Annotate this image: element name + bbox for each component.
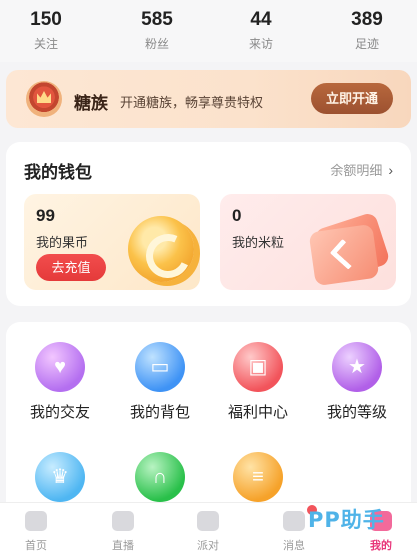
star-icon: ★ xyxy=(332,342,382,392)
guo-coin-card[interactable]: 99 我的果币 去充值 xyxy=(24,194,200,290)
nav-live[interactable]: 直播 xyxy=(93,511,153,553)
guo-coin-value: 99 xyxy=(36,206,55,225)
ticket-icon xyxy=(308,223,380,287)
party-icon xyxy=(197,511,219,531)
feature-label: 我的交友 xyxy=(29,404,90,421)
feature-label: 我的背包 xyxy=(129,404,190,421)
stat-value: 585 xyxy=(141,9,173,30)
wallet-card: 我的钱包 余额明细 › 99 我的果币 去充值 0 我的米粒 xyxy=(6,142,411,306)
mi-grain-card[interactable]: 0 我的米粒 xyxy=(220,194,396,290)
wallet-title: 我的钱包 xyxy=(24,163,92,182)
nav-label: 消息 xyxy=(283,540,305,552)
feature-label: 福利中心 xyxy=(227,404,288,421)
feature-headphones[interactable]: ∩ xyxy=(110,452,210,502)
stat-following[interactable]: 150 关注 xyxy=(6,8,86,53)
balance-detail-label: 余额明细 xyxy=(330,163,383,178)
vip-name: 糖族 xyxy=(74,94,108,113)
feature-crown[interactable]: ♛ xyxy=(10,452,110,502)
feature-my-friends[interactable]: ♥ 我的交友 xyxy=(10,342,110,422)
feature-grid: ♥ 我的交友 ▭ 我的背包 ▣ 福利中心 ★ 我的等级 ♛ ∩ ≡ xyxy=(6,322,411,512)
message-icon xyxy=(283,511,305,531)
heart-icon: ♥ xyxy=(35,342,85,392)
vip-banner[interactable]: 糖族 开通糖族，畅享尊贵特权 立即开通 xyxy=(6,70,411,128)
open-vip-button[interactable]: 立即开通 xyxy=(311,83,393,114)
stat-label: 来访 xyxy=(248,37,273,51)
nav-home[interactable]: 首页 xyxy=(6,511,66,553)
stat-value: 150 xyxy=(30,9,62,30)
stats-bar: 150 关注 585 粉丝 44 来访 389 足迹 xyxy=(0,0,417,62)
stat-label: 足迹 xyxy=(354,37,379,51)
feature-task[interactable]: ≡ xyxy=(208,452,308,502)
stat-value: 44 xyxy=(250,9,272,30)
nav-label: 直播 xyxy=(112,540,134,552)
gold-coin-icon xyxy=(128,216,194,282)
mi-grain-label: 我的米粒 xyxy=(232,235,285,250)
feature-label: 我的等级 xyxy=(326,404,387,421)
mi-grain-value: 0 xyxy=(232,206,242,225)
stat-label: 粉丝 xyxy=(144,37,169,51)
balance-detail-link[interactable]: 余额明细 › xyxy=(330,160,393,179)
vip-description: 开通糖族，畅享尊贵特权 xyxy=(120,95,264,110)
watermark: PP助手 xyxy=(308,508,385,532)
feature-my-level[interactable]: ★ 我的等级 xyxy=(307,342,407,422)
stat-label: 关注 xyxy=(33,37,58,51)
recharge-button[interactable]: 去充值 xyxy=(36,254,106,281)
feature-my-backpack[interactable]: ▭ 我的背包 xyxy=(110,342,210,422)
stat-visitors[interactable]: 44 来访 xyxy=(221,8,301,53)
guo-coin-label: 我的果币 xyxy=(36,235,89,250)
nav-label: 派对 xyxy=(197,540,219,552)
crown-badge-icon xyxy=(26,81,62,117)
feature-welfare-center[interactable]: ▣ 福利中心 xyxy=(208,342,308,422)
backpack-icon: ▭ xyxy=(135,342,185,392)
gift-icon: ▣ xyxy=(233,342,283,392)
nav-label: 我的 xyxy=(370,540,392,552)
nav-label: 首页 xyxy=(25,540,47,552)
stat-footprints[interactable]: 389 足迹 xyxy=(327,8,407,53)
home-icon xyxy=(25,511,47,531)
chevron-right-icon: › xyxy=(388,162,393,178)
nav-party[interactable]: 派对 xyxy=(178,511,238,553)
headphones-icon: ∩ xyxy=(135,452,185,502)
task-icon: ≡ xyxy=(233,452,283,502)
stat-fans[interactable]: 585 粉丝 xyxy=(117,8,197,53)
video-icon xyxy=(112,511,134,531)
stat-value: 389 xyxy=(351,9,383,30)
crown-icon: ♛ xyxy=(35,452,85,502)
